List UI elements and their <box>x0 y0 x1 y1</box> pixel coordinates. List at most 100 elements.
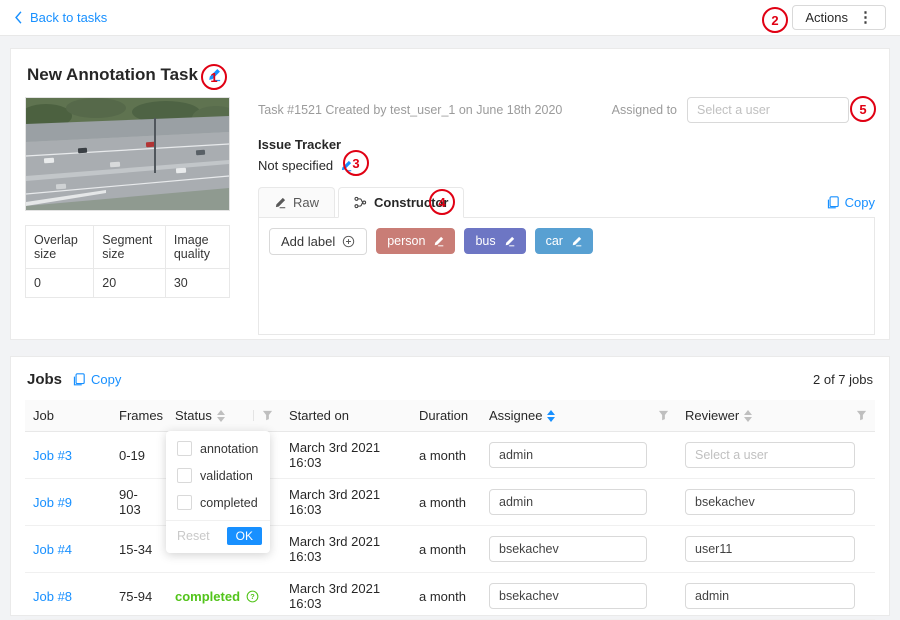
label-chip-person[interactable]: person <box>376 228 455 254</box>
tab-constructor-label: Constructor <box>374 195 448 210</box>
param-segment-value: 20 <box>94 269 166 298</box>
job-row: Job #8 75-94 completed ? March 3rd 2021 … <box>25 573 875 620</box>
checkbox-completed[interactable] <box>177 495 192 510</box>
issue-tracker-value: Not specified <box>258 158 333 173</box>
column-status-label: Status <box>175 408 212 423</box>
column-job: Job <box>25 400 111 432</box>
checkbox-annotation[interactable] <box>177 441 192 456</box>
top-navigation-bar: Back to tasks Actions ⋮ <box>0 0 900 36</box>
filter-reset-button[interactable]: Reset <box>177 529 210 543</box>
column-status: Status <box>167 400 281 432</box>
job-started: March 3rd 2021 16:03 <box>281 573 411 620</box>
column-reviewer: Reviewer <box>677 400 875 432</box>
job-frames: 90-103 <box>111 479 167 526</box>
filter-option-validation[interactable]: validation <box>166 462 270 489</box>
label-editor-tabs: Raw Constructor Copy <box>258 187 875 217</box>
job-assignee-input[interactable] <box>489 442 647 468</box>
param-overlap-value: 0 <box>26 269 94 298</box>
svg-text:?: ? <box>250 592 255 601</box>
job-started: March 3rd 2021 16:03 <box>281 526 411 573</box>
task-title: New Annotation Task <box>27 65 198 85</box>
assignee-filter-icon[interactable] <box>658 410 669 421</box>
filter-option-annotation[interactable]: annotation <box>166 435 270 462</box>
job-reviewer-input[interactable] <box>685 442 855 468</box>
status-filter-dropdown: annotation validation completed Reset OK <box>166 431 270 553</box>
label-chip-car-name: car <box>546 234 563 248</box>
job-link[interactable]: Job #9 <box>33 495 72 510</box>
job-link[interactable]: Job #8 <box>33 589 72 604</box>
back-to-tasks-label: Back to tasks <box>30 10 107 25</box>
param-segment-header: Segment size <box>94 226 166 269</box>
job-started: March 3rd 2021 16:03 <box>281 432 411 479</box>
job-reviewer-input[interactable] <box>685 489 855 515</box>
task-parameters-table: Overlap size Segment size Image quality … <box>25 225 230 298</box>
actions-button-label: Actions <box>805 10 848 25</box>
checkbox-validation[interactable] <box>177 468 192 483</box>
status-filter-icon[interactable] <box>253 410 273 421</box>
column-frames: Frames <box>111 400 167 432</box>
label-chip-car[interactable]: car <box>535 228 593 254</box>
job-link[interactable]: Job #4 <box>33 542 72 557</box>
edit-label-icon[interactable] <box>571 236 582 247</box>
job-reviewer-input[interactable] <box>685 583 855 609</box>
label-chip-bus-name: bus <box>475 234 495 248</box>
column-assignee: Assignee <box>481 400 677 432</box>
filter-option-annotation-label: annotation <box>200 442 258 456</box>
status-sort-icon[interactable] <box>217 410 225 422</box>
task-meta: Task #1521 Created by test_user_1 on Jun… <box>258 103 612 117</box>
task-assignee-select[interactable] <box>687 97 849 123</box>
job-assignee-input[interactable] <box>489 536 647 562</box>
issue-tracker-label: Issue Tracker <box>258 137 875 152</box>
add-label-button-text: Add label <box>281 234 335 249</box>
edit-issue-tracker-icon[interactable] <box>340 160 352 172</box>
tab-raw[interactable]: Raw <box>258 187 335 217</box>
task-preview-image <box>25 97 230 211</box>
label-chip-person-name: person <box>387 234 425 248</box>
jobs-count: 2 of 7 jobs <box>813 372 873 387</box>
filter-option-completed[interactable]: completed <box>166 489 270 516</box>
reviewer-sort-icon[interactable] <box>744 410 752 422</box>
job-duration: a month <box>411 479 481 526</box>
edit-label-icon[interactable] <box>433 236 444 247</box>
labels-constructor-panel: Add label person bus <box>258 217 875 335</box>
chevron-left-icon <box>14 11 23 24</box>
column-assignee-label: Assignee <box>489 408 542 423</box>
copy-labels-link[interactable]: Copy <box>826 195 875 217</box>
filter-ok-button[interactable]: OK <box>227 527 262 545</box>
job-frames: 15-34 <box>111 526 167 573</box>
label-chip-bus[interactable]: bus <box>464 228 525 254</box>
job-status-text: completed <box>175 589 240 604</box>
copy-jobs-link[interactable]: Copy <box>72 372 121 387</box>
reviewer-filter-icon[interactable] <box>856 410 867 421</box>
edit-task-name-icon[interactable] <box>207 68 221 82</box>
more-menu-icon: ⋮ <box>858 10 873 25</box>
edit-icon <box>274 197 286 209</box>
tab-constructor[interactable]: Constructor <box>338 187 464 218</box>
filter-option-completed-label: completed <box>200 496 258 510</box>
job-assignee-input[interactable] <box>489 489 647 515</box>
job-frames: 0-19 <box>111 432 167 479</box>
param-quality-header: Image quality <box>165 226 229 269</box>
job-link[interactable]: Job #3 <box>33 448 72 463</box>
job-duration: a month <box>411 526 481 573</box>
job-started: March 3rd 2021 16:03 <box>281 479 411 526</box>
question-circle-icon[interactable]: ? <box>246 590 259 603</box>
add-label-button[interactable]: Add label <box>269 228 367 255</box>
job-assignee-input[interactable] <box>489 583 647 609</box>
jobs-card: Jobs Copy 2 of 7 jobs Job Frames Status <box>10 356 890 616</box>
actions-button[interactable]: Actions ⋮ <box>792 5 886 30</box>
param-quality-value: 30 <box>165 269 229 298</box>
column-duration: Duration <box>411 400 481 432</box>
edit-label-icon[interactable] <box>504 236 515 247</box>
branch-icon <box>354 196 367 209</box>
job-row: Job #4 15-34 March 3rd 2021 16:03 a mont… <box>25 526 875 573</box>
filter-option-validation-label: validation <box>200 469 253 483</box>
assignee-sort-icon[interactable] <box>547 410 555 422</box>
jobs-title: Jobs <box>27 371 62 388</box>
tab-raw-label: Raw <box>293 195 319 210</box>
jobs-table-header-row: Job Frames Status Started on Duration As… <box>25 400 875 432</box>
copy-jobs-label: Copy <box>91 372 121 387</box>
job-row: Job #3 0-19 March 3rd 2021 16:03 a month <box>25 432 875 479</box>
job-reviewer-input[interactable] <box>685 536 855 562</box>
back-to-tasks-link[interactable]: Back to tasks <box>14 10 107 25</box>
